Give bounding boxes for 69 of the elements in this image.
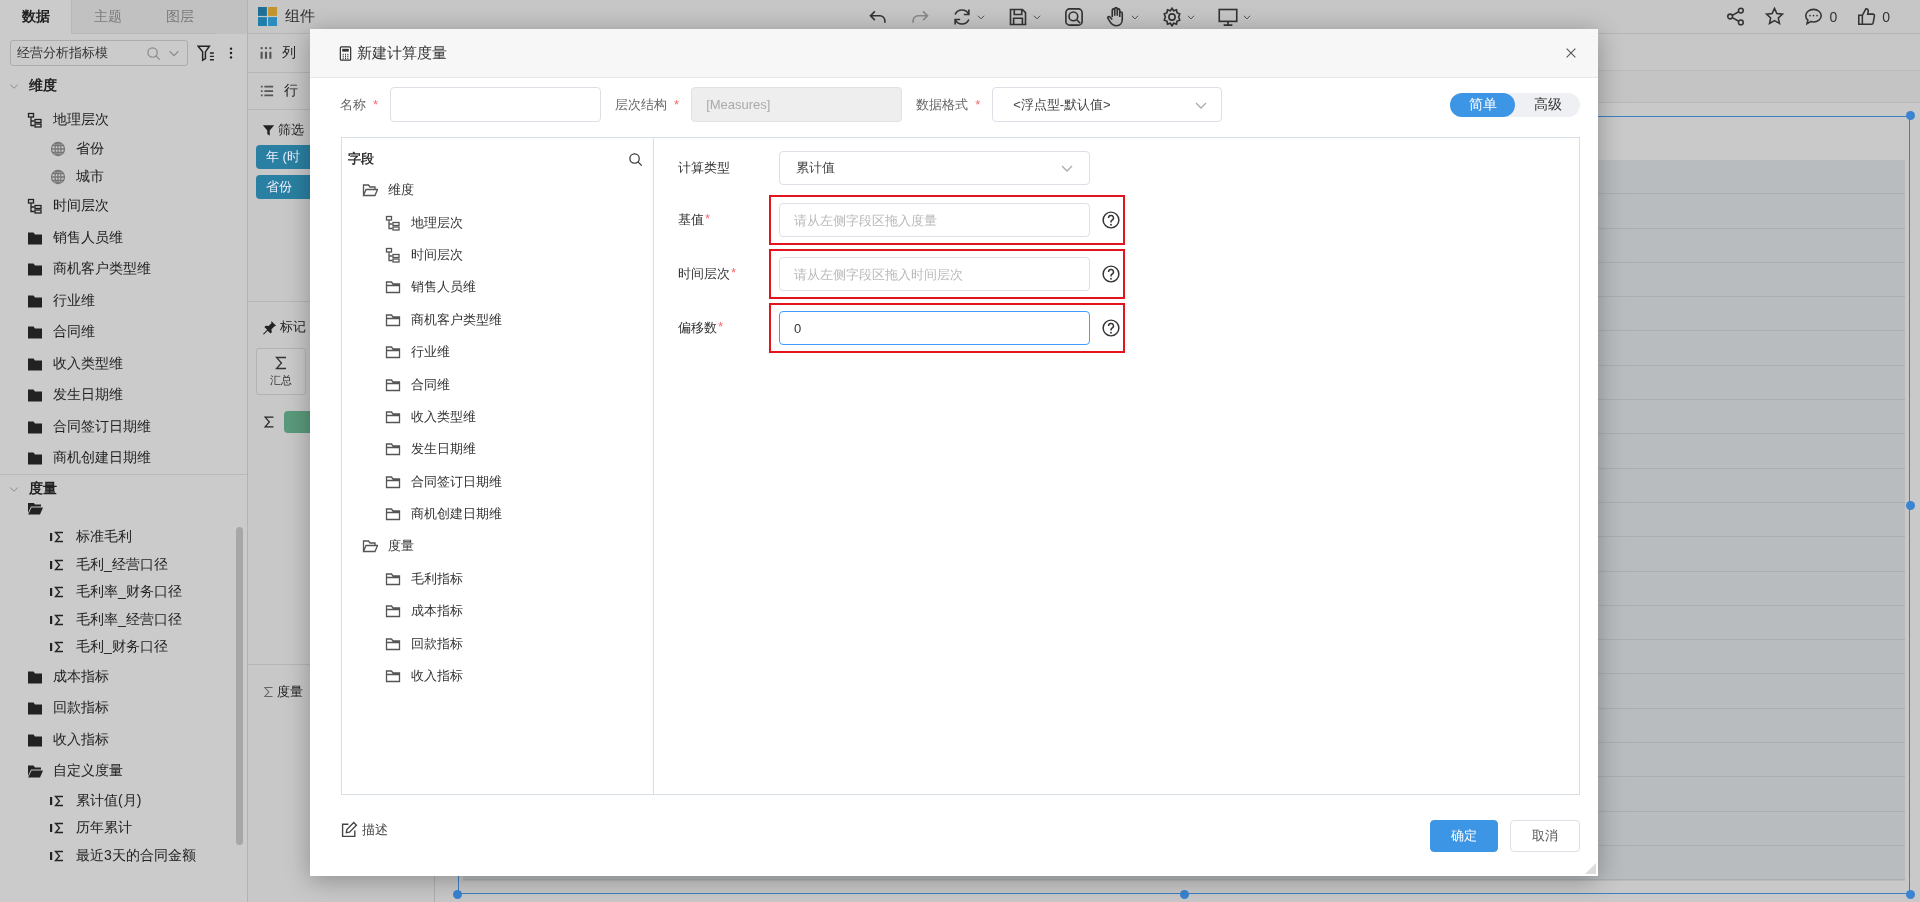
tree-item[interactable]: 自定义度量 (0, 755, 247, 787)
tree-item[interactable]: 合同签订日期维 (0, 411, 247, 443)
tree-item[interactable]: 销售人员维 (342, 271, 653, 304)
tree-item[interactable]: 合同维 (342, 368, 653, 401)
tree-item[interactable]: 成本指标 (342, 595, 653, 628)
tree-item[interactable]: 最近3天的合同金额 (0, 842, 247, 870)
tree-item[interactable]: 收入类型维 (342, 400, 653, 434)
tree-item[interactable]: 收入类型维 (0, 348, 247, 380)
required-mark: * (975, 97, 981, 112)
dialog-title: 新建计算度量 (357, 43, 448, 63)
tree-item[interactable]: 发生日期维 (0, 379, 247, 411)
cancel-button[interactable]: 取消 (1510, 819, 1580, 852)
count: 0 (1829, 8, 1838, 25)
field-label: 数据格式 (916, 95, 969, 114)
tree-item[interactable]: 回款指标 (342, 627, 653, 660)
tree-item[interactable]: 地理层次 (0, 104, 247, 136)
section-title: 维度 (29, 77, 57, 95)
field-label: 计算类型 (678, 159, 731, 177)
tree-item[interactable]: 度量 (342, 530, 653, 563)
required-mark: * (674, 97, 680, 112)
tree-item[interactable]: 毛利率_财务口径 (0, 578, 247, 606)
tree-item[interactable]: 合同签订日期维 (342, 465, 653, 498)
tree-item[interactable]: 时间层次 (0, 190, 247, 222)
tree-item[interactable]: 历年累计 (0, 814, 247, 842)
field-label: 基值* (678, 211, 712, 229)
tree-item[interactable]: 省份 (0, 135, 247, 163)
filter-label: 筛选 (278, 121, 304, 139)
describe-link[interactable]: 描述 (341, 820, 388, 851)
field-label: 层次结构 (615, 95, 668, 114)
format-select[interactable]: <浮点型-默认值> (992, 87, 1223, 122)
measure-values-label: 度量 (277, 683, 303, 701)
field-label: 时间层次* (678, 265, 738, 283)
input-field[interactable]: 0 (779, 311, 1090, 345)
tree-item[interactable]: 商机客户类型维 (342, 303, 653, 336)
marks-label: 标记 (280, 318, 306, 336)
tree-item[interactable]: 时间层次 (342, 238, 653, 272)
calc-type-select[interactable]: 累计值 (779, 151, 1090, 185)
tree-item[interactable]: 毛利_财务口径 (0, 633, 247, 661)
tree-item[interactable]: 地理层次 (342, 206, 653, 239)
tree-item[interactable]: 累计值(月) (0, 787, 247, 815)
field-label: 名称 (340, 95, 366, 114)
tree-item[interactable]: 标准毛利 (0, 523, 247, 551)
tree-item[interactable]: 合同维 (0, 316, 247, 348)
tree-item[interactable]: 收入指标 (0, 724, 247, 756)
input-field[interactable]: 请从左侧字段区拖入时间层次 (779, 257, 1090, 291)
model-select[interactable]: 经营分析指标模 (10, 40, 188, 66)
summary-button[interactable]: 汇总 (256, 348, 306, 395)
required-mark: * (373, 97, 379, 112)
tree-item[interactable]: 城市 (0, 163, 247, 191)
tree-item[interactable]: 收入指标 (342, 659, 653, 693)
field-label: 偏移数* (678, 319, 725, 337)
tree-item[interactable]: 发生日期维 (342, 433, 653, 466)
component-title: 组件 (285, 7, 315, 26)
tree-item[interactable]: 毛利_经营口径 (0, 551, 247, 579)
tree-item[interactable]: 毛利率_经营口径 (0, 606, 247, 634)
tree-item[interactable]: 回款指标 (0, 692, 247, 724)
tree-item[interactable]: 商机客户类型维 (0, 253, 247, 285)
mode-tab[interactable]: 高级 (1515, 92, 1580, 117)
tree-item[interactable]: 行业维 (342, 335, 653, 369)
tree-item[interactable]: 商机创建日期维 (0, 442, 247, 474)
input-field[interactable]: 请从左侧字段区拖入度量 (779, 203, 1090, 237)
count: 0 (1882, 8, 1890, 25)
tree-item[interactable]: 行业维 (0, 285, 247, 317)
tree-item[interactable]: 销售人员维 (0, 222, 247, 254)
tree-item[interactable]: 成本指标 (0, 661, 247, 693)
tree-item[interactable]: 毛利指标 (342, 562, 653, 596)
section-title: 度量 (29, 480, 57, 498)
tab[interactable]: 数据 (0, 0, 72, 34)
tree-item[interactable]: 商机创建日期维 (342, 497, 653, 531)
